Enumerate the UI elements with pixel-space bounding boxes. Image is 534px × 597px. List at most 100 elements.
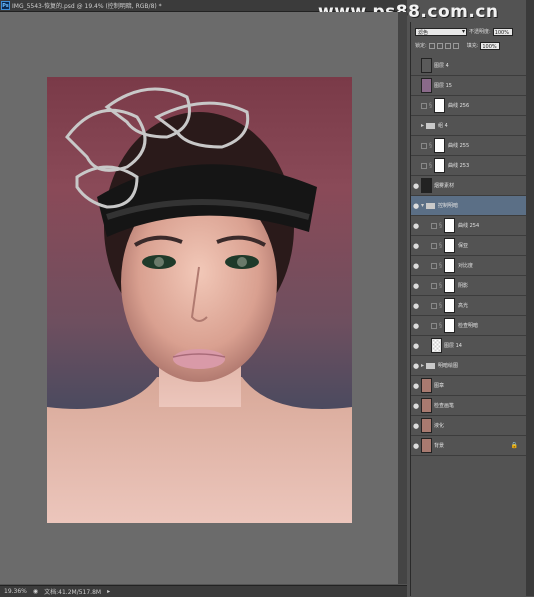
layer-name: 保亚 — [458, 243, 469, 249]
mask-link-icon[interactable]: § — [429, 142, 433, 149]
layer-thumbnail — [431, 338, 442, 353]
layer-mask-thumbnail[interactable] — [444, 258, 455, 273]
fill-input[interactable]: 100% — [480, 41, 501, 50]
layer-row[interactable]: ● 图层 14 — [411, 336, 526, 356]
layer-mask-thumbnail[interactable] — [444, 278, 455, 293]
folder-icon — [426, 122, 436, 129]
layer-mask-thumbnail[interactable] — [444, 218, 455, 233]
layer-row[interactable]: ● § 检查明暗 — [411, 316, 526, 336]
visibility-eye-icon[interactable]: ● — [411, 82, 421, 90]
group-toggle-icon[interactable]: ▸ — [421, 362, 424, 369]
layer-row[interactable]: ● 图层 4 — [411, 56, 526, 76]
group-toggle-icon[interactable]: ▾ — [421, 202, 424, 209]
visibility-eye-icon[interactable]: ● — [411, 342, 421, 350]
fill-label: 填充: — [466, 43, 479, 49]
layers-panel: 滤色 不透明度: 100% 锁定: 填充: 100% ● 图层 4 ● 图层 15 ● §… — [410, 22, 526, 596]
layer-mask-thumbnail[interactable] — [434, 138, 445, 153]
curves-adjustment-icon — [431, 282, 437, 289]
folder-icon — [426, 362, 436, 369]
mask-link-icon[interactable]: § — [439, 302, 443, 309]
visibility-eye-icon[interactable]: ● — [411, 402, 421, 410]
visibility-eye-icon[interactable]: ● — [411, 322, 421, 330]
mask-link-icon[interactable]: § — [439, 262, 443, 269]
layer-row[interactable]: ● § 曲线 255 — [411, 136, 526, 156]
visibility-eye-icon[interactable]: ● — [411, 362, 421, 370]
mask-link-icon[interactable]: § — [439, 242, 443, 249]
layer-row[interactable]: ● § 保亚 — [411, 236, 526, 256]
layer-row[interactable]: ● 图层 15 — [411, 76, 526, 96]
layer-row[interactable]: ● § 阴影 — [411, 276, 526, 296]
mask-link-icon[interactable]: § — [429, 162, 433, 169]
blend-mode-select[interactable]: 滤色 — [415, 27, 467, 36]
mask-link-icon[interactable]: § — [439, 222, 443, 229]
visibility-eye-icon[interactable]: ● — [411, 282, 421, 290]
layer-thumbnail — [421, 378, 432, 393]
layer-row[interactable]: ● ▾ 控制明暗 — [411, 196, 526, 216]
lock-all-icon[interactable] — [452, 42, 459, 49]
layer-row[interactable]: ● 检查画笔 — [411, 396, 526, 416]
portrait-illustration — [47, 87, 352, 523]
opacity-input[interactable]: 100% — [492, 27, 513, 36]
document-size: 文档:41.2M/517.8M — [44, 589, 102, 596]
layer-name: 组 4 — [438, 123, 448, 129]
layer-thumbnail — [421, 78, 432, 93]
layer-mask-thumbnail[interactable] — [444, 318, 455, 333]
layer-row[interactable]: ● 背景 🔒 — [411, 436, 526, 456]
visibility-eye-icon[interactable]: ● — [411, 382, 421, 390]
lock-pixels-icon[interactable] — [436, 42, 443, 49]
visibility-eye-icon[interactable]: ● — [411, 162, 421, 170]
curves-adjustment-icon — [431, 222, 437, 229]
curves-adjustment-icon — [431, 322, 437, 329]
layer-row[interactable]: ● § 对比度 — [411, 256, 526, 276]
photoshop-icon: Ps — [1, 1, 10, 10]
mask-link-icon[interactable]: § — [439, 282, 443, 289]
layer-row[interactable]: ● § 曲线 256 — [411, 96, 526, 116]
mask-link-icon[interactable]: § — [429, 102, 433, 109]
layer-row[interactable]: ● § 高光 — [411, 296, 526, 316]
vertical-scrollbar[interactable] — [398, 12, 407, 584]
panel-dock-strip — [526, 0, 534, 596]
status-menu-arrow-icon[interactable]: ▸ — [107, 588, 110, 595]
lock-row: 锁定: 填充: 100% — [411, 40, 526, 51]
layer-thumbnail — [421, 438, 432, 453]
folder-icon — [426, 202, 436, 209]
visibility-eye-icon[interactable]: ● — [411, 262, 421, 270]
layer-row[interactable]: ● 图章 — [411, 376, 526, 396]
layer-mask-thumbnail[interactable] — [444, 238, 455, 253]
layer-mask-thumbnail[interactable] — [444, 298, 455, 313]
lock-label: 锁定: — [415, 43, 427, 49]
visibility-eye-icon[interactable]: ● — [411, 142, 421, 150]
visibility-eye-icon[interactable]: ● — [411, 242, 421, 250]
layer-mask-thumbnail[interactable] — [434, 98, 445, 113]
zoom-level[interactable]: 19.36% — [4, 588, 27, 595]
curves-adjustment-icon — [431, 242, 437, 249]
layer-row[interactable]: ● 液化 — [411, 416, 526, 436]
layer-name: 阴影 — [458, 283, 469, 289]
canvas-area[interactable] — [0, 12, 407, 584]
lock-transparent-icon[interactable] — [428, 42, 435, 49]
layer-row[interactable]: ●▸ 组 4 — [411, 116, 526, 136]
visibility-eye-icon[interactable]: ● — [411, 62, 421, 70]
layers-list: ●图层 4●图层 15●§曲线 256●▸组 4●§曲线 255●§曲线 253… — [411, 56, 526, 456]
visibility-eye-icon[interactable]: ● — [411, 182, 421, 190]
visibility-eye-icon[interactable]: ● — [411, 202, 421, 210]
layer-name: 烟雾素材 — [434, 183, 455, 189]
mask-link-icon[interactable]: § — [439, 322, 443, 329]
visibility-eye-icon[interactable]: ● — [411, 302, 421, 310]
canvas-image[interactable] — [47, 77, 352, 523]
layer-row[interactable]: ● § 曲线 253 — [411, 156, 526, 176]
document-title: IMG_5543-恢复的.psd @ 19.4% (控制明暗, RGB/8) * — [12, 3, 162, 10]
visibility-eye-icon[interactable]: ● — [411, 102, 421, 110]
lock-position-icon[interactable] — [444, 42, 451, 49]
layer-row[interactable]: ● ▸ 明暗绘图 — [411, 356, 526, 376]
info-icon[interactable]: ◉ — [33, 588, 38, 595]
layer-row[interactable]: ● § 曲线 254 — [411, 216, 526, 236]
visibility-eye-icon[interactable]: ● — [411, 442, 421, 450]
layer-name: 曲线 253 — [448, 163, 470, 169]
visibility-eye-icon[interactable]: ● — [411, 422, 421, 430]
visibility-eye-icon[interactable]: ● — [411, 122, 421, 130]
layer-mask-thumbnail[interactable] — [434, 158, 445, 173]
visibility-eye-icon[interactable]: ● — [411, 222, 421, 230]
layer-row[interactable]: ● 烟雾素材 — [411, 176, 526, 196]
group-toggle-icon[interactable]: ▸ — [421, 122, 424, 129]
